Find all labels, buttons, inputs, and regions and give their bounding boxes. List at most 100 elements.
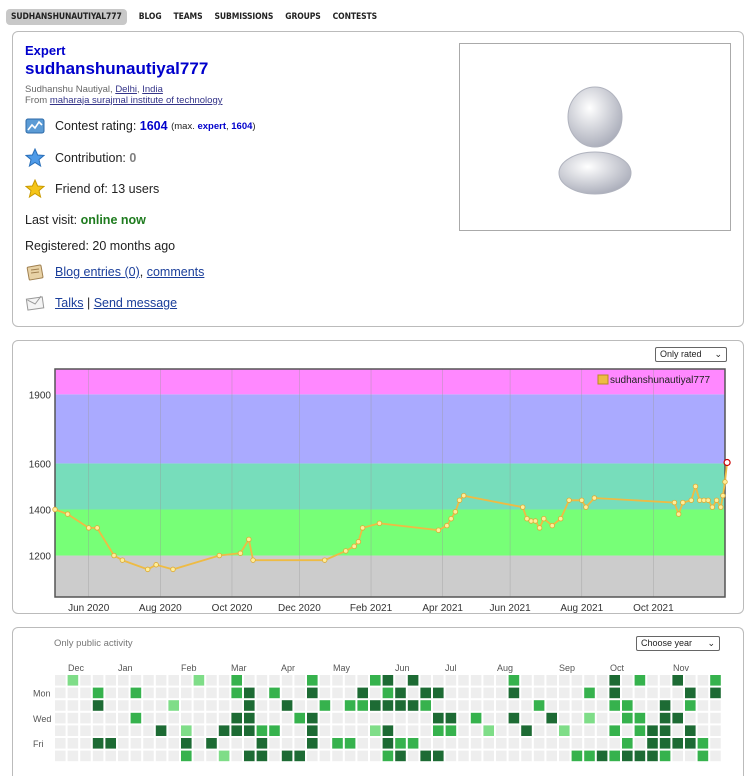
activity-cell (647, 712, 658, 724)
y-tick-label: 1900 (29, 390, 52, 401)
activity-cell (685, 725, 696, 736)
activity-cell (470, 725, 482, 736)
rating-point (119, 557, 126, 563)
activity-cell (710, 750, 721, 762)
activity-cell (332, 687, 343, 699)
activity-cell (168, 675, 179, 686)
activity-cell (571, 687, 583, 699)
activity-cell (307, 738, 318, 749)
nav-blog[interactable]: BLOG (139, 12, 162, 22)
nav-profile[interactable]: SUDHANSHUNAUTIYAL777 (6, 9, 127, 25)
activity-cell (105, 675, 116, 686)
activity-cell (130, 687, 142, 699)
activity-cell (294, 712, 305, 724)
month-label: Aug (497, 663, 513, 673)
activity-cell (672, 700, 683, 711)
activity-cell (143, 675, 154, 686)
activity-cell (319, 738, 331, 749)
activity-cell (55, 750, 66, 762)
activity-cell (218, 712, 230, 724)
activity-cell (130, 738, 142, 749)
activity-cell (80, 712, 91, 724)
activity-cell (433, 712, 444, 724)
activity-cell (382, 725, 394, 736)
activity-cell (496, 725, 507, 736)
activity-cell (685, 738, 696, 749)
activity-cell (634, 687, 646, 699)
activity-cell (80, 675, 91, 686)
activity-cell (685, 712, 696, 724)
activity-cell (370, 725, 381, 736)
activity-cell (80, 738, 91, 749)
rating-point (250, 557, 256, 563)
nav-teams[interactable]: TEAMS (174, 12, 203, 22)
activity-cell (647, 687, 658, 699)
activity-cell (697, 712, 709, 724)
activity-cell (508, 675, 520, 686)
nav-groups[interactable]: GROUPS (285, 12, 320, 22)
activity-cell (596, 687, 608, 699)
activity-cell (710, 687, 721, 699)
activity-cell (294, 700, 305, 711)
rating-point (671, 499, 678, 506)
activity-cell (67, 675, 79, 686)
rating-point (351, 543, 357, 550)
activity-cell (647, 675, 658, 686)
activity-cell (231, 675, 242, 686)
y-tick-label: 1400 (29, 505, 52, 516)
activity-cell (609, 725, 620, 736)
activity-cell (584, 687, 595, 699)
activity-cell (281, 750, 293, 762)
activity-cell (256, 712, 268, 724)
talks-link[interactable]: Talks (55, 296, 83, 310)
activity-heatmap: Dec Jan Feb Mar Apr May Jun Jul Aug Sep Oct Nov Mon W… (33, 663, 721, 762)
activity-cell (659, 725, 671, 736)
rating-point (532, 518, 539, 524)
activity-cell (559, 700, 570, 711)
activity-cell (307, 700, 318, 711)
activity-cell (697, 700, 709, 711)
activity-cell (168, 725, 179, 736)
activity-cell (420, 700, 431, 711)
rating-point (722, 479, 728, 485)
activity-cell (533, 712, 545, 724)
activity-cell (244, 738, 255, 749)
comments-link[interactable]: comments (147, 265, 205, 279)
country-link[interactable]: India (142, 84, 163, 95)
activity-cell (508, 750, 520, 762)
activity-cell (307, 675, 318, 686)
rating-point (723, 458, 731, 467)
activity-cell (168, 738, 179, 749)
activity-cell (445, 750, 457, 762)
activity-cell (433, 725, 444, 736)
activity-cell (55, 725, 66, 736)
nav-contests[interactable]: CONTESTS (333, 12, 377, 22)
activity-cell (470, 675, 482, 686)
activity-cell (105, 712, 116, 724)
activity-cell (231, 725, 242, 736)
activity-cell (508, 738, 520, 749)
activity-cell (143, 738, 154, 749)
activity-cell (231, 750, 242, 762)
city-link[interactable]: Delhi (115, 84, 137, 95)
send-message-link[interactable]: Send message (94, 296, 177, 310)
nav-submissions[interactable]: SUBMISSIONS (214, 12, 273, 22)
activity-cell (546, 700, 557, 711)
organization-link[interactable]: maharaja surajmal institute of technolog… (50, 95, 223, 106)
activity-cell (92, 687, 104, 699)
activity-cell (609, 675, 620, 686)
activity-cell (433, 687, 444, 699)
activity-cell (357, 712, 368, 724)
activity-cell (206, 725, 217, 736)
rating-point (520, 504, 526, 510)
activity-cell (218, 750, 230, 762)
user-organization: From maharaja surajmal institute of tech… (25, 95, 223, 106)
activity-cell (647, 725, 658, 736)
activity-cell (420, 750, 431, 762)
activity-cell (80, 750, 91, 762)
activity-cell (697, 738, 709, 749)
activity-cell (420, 725, 431, 736)
blog-entries-link[interactable]: Blog entries (0) (55, 265, 140, 279)
activity-cell (281, 725, 293, 736)
activity-cell (672, 738, 683, 749)
